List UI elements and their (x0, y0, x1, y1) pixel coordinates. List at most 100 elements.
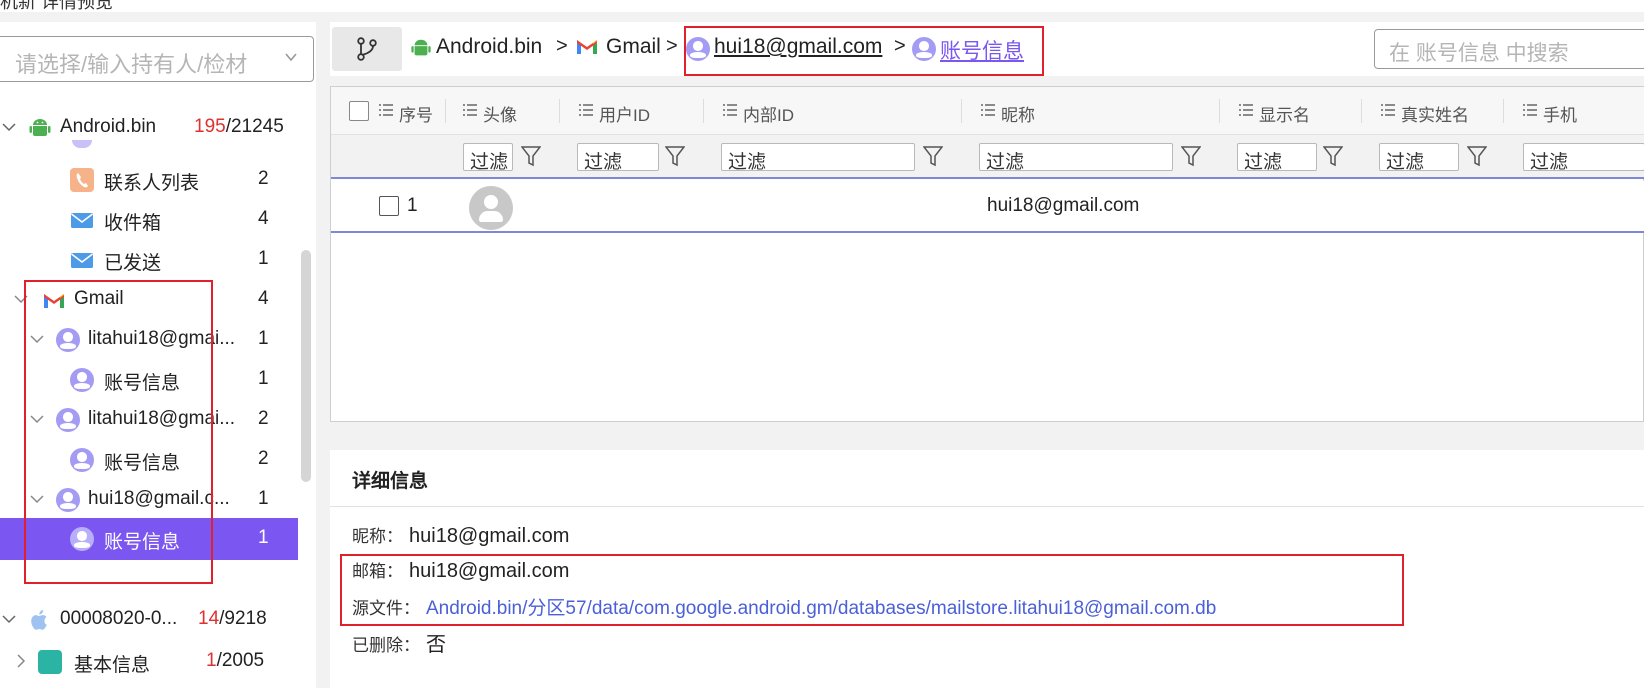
breadcrumb-item-current[interactable]: 账号信息 (940, 35, 1024, 65)
column-header[interactable]: 手机 (1543, 101, 1577, 126)
chevron-right-icon[interactable] (14, 654, 28, 668)
tree-item-count: 1 (258, 248, 269, 269)
column-header[interactable]: 真实姓名 (1401, 101, 1469, 126)
column-header[interactable]: 昵称 (1001, 101, 1035, 126)
column-header[interactable]: 内部ID (743, 101, 794, 126)
filter-row: 过滤 过滤 过滤 过滤 过滤 过滤 过滤 (331, 135, 1644, 179)
field-value: 否 (426, 634, 446, 656)
tree-item-account-info-selected[interactable]: 账号信息 1 (0, 518, 298, 560)
breadcrumb-item[interactable]: Gmail (606, 35, 661, 59)
chevron-down-icon[interactable] (14, 292, 28, 306)
field-value: hui18@gmail.com (409, 525, 570, 547)
tree-item-account[interactable]: hui18@gmail.c... 1 (0, 480, 298, 520)
tree-item-account[interactable]: litahui18@gmai... 1 (0, 320, 298, 360)
chevron-down-icon[interactable] (30, 332, 44, 346)
column-divider[interactable] (1503, 99, 1504, 123)
tree-item-count: 1 (258, 527, 269, 548)
tree-item-ios-image[interactable]: 00008020-0... 14/9218 (0, 600, 298, 640)
toolbar: Android.bin > Gmail > hui18@gmail.com > … (330, 22, 1644, 76)
top-strip: 机新 详情预览 (0, 0, 1644, 12)
column-divider[interactable] (961, 99, 962, 123)
filter-input[interactable]: 过滤 (577, 143, 659, 173)
filter-icon[interactable] (1467, 145, 1487, 167)
tree-item-label: litahui18@gmai... (88, 408, 236, 429)
tree-item-sent[interactable]: 已发送 1 (0, 240, 298, 280)
tree-item-label: 账号信息 (104, 453, 181, 474)
column-divider[interactable] (703, 99, 704, 123)
filter-icon[interactable] (1181, 145, 1201, 167)
tree-item-label: litahui18@gmai... (88, 328, 236, 349)
tree-item-basic-info[interactable]: 基本信息 1/2005 (0, 642, 298, 682)
column-header[interactable]: 显示名 (1259, 101, 1310, 126)
filter-input[interactable]: 过滤 (1379, 143, 1459, 173)
detail-field-email: 邮箱： hui18@gmail.com (352, 557, 569, 583)
apple-icon (31, 610, 47, 630)
list-icon (723, 104, 737, 116)
tree-item-label: Android.bin (60, 116, 157, 137)
tree-item-label: 收件箱 (104, 213, 162, 234)
column-header[interactable]: 头像 (483, 101, 517, 126)
list-icon (1381, 104, 1395, 116)
search-input[interactable]: 在 账号信息 中搜索 (1374, 29, 1644, 69)
owner-select[interactable]: 请选择/输入持有人/检材 (0, 36, 314, 82)
field-label: 邮箱： (352, 562, 403, 581)
filter-icon[interactable] (665, 145, 685, 167)
column-divider[interactable] (559, 99, 560, 123)
source-file-link[interactable]: Android.bin/分区57/data/com.google.android… (426, 598, 1216, 619)
list-icon (1523, 104, 1537, 116)
filter-input[interactable]: 过滤 (1237, 143, 1317, 173)
chevron-down-icon[interactable] (2, 612, 16, 626)
filter-input[interactable]: 过滤 (721, 143, 915, 173)
tree-item-account[interactable]: litahui18@gmai... 2 (0, 400, 298, 440)
field-label: 已删除： (352, 636, 420, 655)
person-icon (56, 488, 80, 512)
tree-item-label: 账号信息 (104, 373, 181, 394)
detail-field-deleted: 已删除： 否 (352, 628, 446, 657)
tree-item-count: 14/9218 (198, 608, 267, 630)
filter-icon[interactable] (521, 145, 541, 167)
count-total: /21245 (225, 116, 284, 137)
row-nickname: hui18@gmail.com (987, 195, 1140, 216)
tree-item-count: 1 (258, 368, 269, 389)
column-divider[interactable] (1361, 99, 1362, 123)
tree-scrollbar[interactable] (301, 250, 311, 482)
field-value: hui18@gmail.com (409, 560, 570, 582)
branch-icon (357, 37, 377, 61)
tree-item-gmail[interactable]: Gmail 4 (0, 280, 298, 320)
column-header[interactable]: 用户ID (599, 101, 650, 126)
chevron-down-icon[interactable] (30, 492, 44, 506)
breadcrumb-item[interactable]: hui18@gmail.com (714, 35, 882, 59)
gmail-icon (577, 40, 597, 54)
list-icon (981, 104, 995, 116)
filter-input[interactable]: 过滤 (463, 143, 513, 173)
row-checkbox[interactable] (379, 196, 399, 216)
chevron-down-icon[interactable] (30, 412, 44, 426)
chevron-down-icon (285, 53, 297, 62)
tree-item-account-info[interactable]: 账号信息 2 (0, 440, 298, 480)
branch-button[interactable] (332, 27, 402, 71)
filter-input[interactable]: 过滤 (979, 143, 1173, 173)
android-icon (411, 39, 431, 56)
list-icon (463, 104, 477, 116)
filter-input[interactable]: 过滤 (1523, 143, 1644, 173)
tree-item-inbox[interactable]: 收件箱 4 (0, 200, 298, 240)
filter-icon[interactable] (923, 145, 943, 167)
person-icon (56, 408, 80, 432)
count-total: /2005 (216, 650, 265, 671)
column-header[interactable]: 序号 (399, 101, 433, 126)
tree-item-contacts[interactable]: 联系人列表 2 (0, 160, 298, 200)
breadcrumb-item[interactable]: Android.bin (436, 35, 542, 59)
filter-placeholder: 过滤 (1386, 152, 1425, 173)
table-row[interactable]: 1 hui18@gmail.com (331, 181, 1644, 233)
chevron-down-icon[interactable] (2, 120, 16, 134)
column-divider[interactable] (1219, 99, 1220, 123)
filter-icon[interactable] (1323, 145, 1343, 167)
tree-item-label: 基本信息 (74, 655, 151, 676)
column-divider[interactable] (445, 99, 446, 123)
person-icon (70, 368, 94, 392)
tree-item-account-info[interactable]: 账号信息 1 (0, 360, 298, 400)
select-all-checkbox[interactable] (349, 101, 369, 121)
tree-item-android-bin[interactable]: Android.bin 195/21245 (0, 108, 298, 148)
row-index: 1 (407, 195, 418, 216)
tree-item-count: 195/21245 (194, 116, 284, 138)
